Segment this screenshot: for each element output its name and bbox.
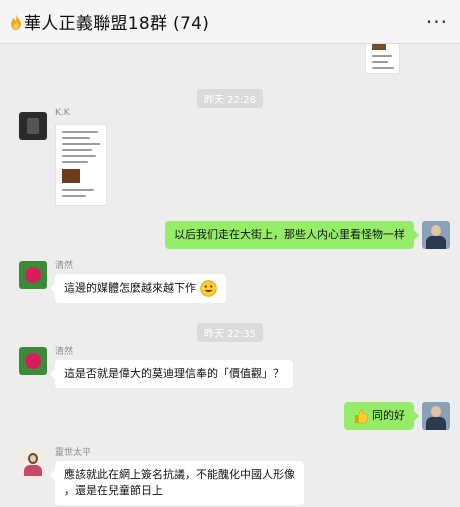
timestamp: 昨天 22:28	[197, 89, 263, 108]
avatar[interactable]	[19, 261, 47, 289]
avatar[interactable]	[422, 221, 450, 249]
message-bubble[interactable]: 同的好	[343, 402, 419, 430]
avatar[interactable]	[19, 112, 47, 140]
chat-header: 華人正義聯盟18群 (74) ···	[0, 0, 460, 44]
image-message[interactable]	[365, 44, 400, 74]
sender-name: 靈世太平	[55, 448, 92, 458]
message-line: 應該就此在網上簽名抗議，不能醜化中國人形像	[64, 468, 295, 481]
photo-thumbnail	[62, 169, 80, 183]
timestamp: 昨天 22:35	[197, 323, 263, 342]
avatar[interactable]	[19, 448, 47, 476]
sender-name: 清然	[55, 261, 74, 271]
photo-thumbnail	[372, 44, 386, 50]
image-message[interactable]	[55, 124, 107, 206]
message-bubble[interactable]: 這是否就是偉大的莫迪理信奉的「價值觀」？	[50, 360, 293, 388]
message-line: ，還是在兒童節日上	[64, 484, 163, 497]
sender-name: K.K	[55, 108, 70, 118]
sender-name: 清然	[55, 347, 74, 357]
avatar[interactable]	[422, 402, 450, 430]
flame-icon	[11, 13, 21, 30]
message-text: 這邊的媒體怎麼越來越下作	[64, 281, 196, 295]
message-text: 同的好	[372, 409, 405, 422]
message-bubble[interactable]: 這邊的媒體怎麼越來越下作	[50, 274, 226, 303]
chat-title: 華人正義聯盟18群 (74)	[24, 14, 210, 34]
chat-area[interactable]: 昨天 22:28 K.K 以后我们走在大街上，那些人内心里看怪物一样 清然 這邊…	[0, 44, 460, 507]
thumbs-up-emoji	[354, 409, 368, 424]
message-bubble[interactable]: 以后我们走在大街上，那些人内心里看怪物一样	[165, 221, 419, 249]
grin-emoji	[199, 280, 217, 297]
avatar[interactable]	[19, 347, 47, 375]
more-icon[interactable]: ···	[426, 10, 448, 34]
message-bubble[interactable]: 應該就此在網上簽名抗議，不能醜化中國人形像 ，還是在兒童節日上	[50, 461, 304, 505]
